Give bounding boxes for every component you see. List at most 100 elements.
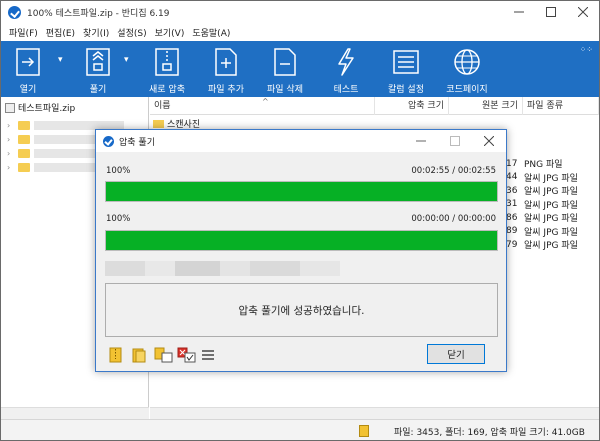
expand-arrow-icon[interactable]: › bbox=[7, 149, 15, 158]
extract-button[interactable]: 풀기 bbox=[83, 41, 113, 97]
expand-arrow-icon[interactable]: › bbox=[7, 121, 15, 130]
size-cell: 89 bbox=[506, 226, 518, 237]
table-row[interactable]: 89 알씨 JPG 파일 bbox=[506, 225, 599, 239]
column-original-size[interactable]: 원본 크기 bbox=[449, 97, 523, 115]
folder-icon bbox=[18, 162, 30, 172]
delete-archive-icon[interactable] bbox=[177, 347, 196, 363]
dialog-minimize-button[interactable] bbox=[404, 130, 438, 152]
menu-edit[interactable]: 편집(E) bbox=[42, 26, 79, 39]
tree-horizontal-scrollbar[interactable] bbox=[1, 407, 149, 419]
delete-files-label: 파일 삭제 bbox=[267, 85, 303, 95]
open-dropdown-icon[interactable]: ▾ bbox=[58, 55, 63, 65]
archive-icon bbox=[359, 425, 369, 437]
folder-icon bbox=[18, 134, 30, 144]
toolbar: 열기 ▾ 풀기 ▾ 새로 압축 파일 추가 파일 삭제 테스트 칼럼 설정 코드… bbox=[1, 41, 599, 97]
file-progress-percent: 100% bbox=[106, 214, 131, 224]
type-cell: 알씨 JPG 파일 bbox=[524, 187, 578, 198]
minimize-button[interactable] bbox=[503, 1, 535, 23]
menu-view[interactable]: 보기(V) bbox=[151, 26, 189, 39]
app-window: 100% 테스트파일.zip - 반디집 6.19 파일(F) 편집(E) 찾기… bbox=[0, 0, 600, 441]
minimize-icon bbox=[416, 140, 426, 142]
add-files-button[interactable]: 파일 추가 bbox=[204, 41, 248, 97]
title-bar: 100% 테스트파일.zip - 반디집 6.19 bbox=[1, 1, 599, 23]
type-cell: 알씨 JPG 파일 bbox=[524, 241, 578, 252]
menu-icon[interactable] bbox=[200, 347, 216, 363]
file-type-column-visible: 17 PNG 파일 44 알씨 JPG 파일 36 알씨 JPG 파일 31 알씨 JP… bbox=[506, 157, 599, 252]
lightning-icon bbox=[331, 47, 361, 77]
window-title: 100% 테스트파일.zip - 반디집 6.19 bbox=[27, 8, 170, 19]
new-archive-label: 새로 압축 bbox=[149, 85, 185, 95]
test-label: 테스트 bbox=[333, 85, 359, 95]
tree-root[interactable]: 테스트파일.zip bbox=[1, 97, 148, 118]
bandizip-logo-icon bbox=[103, 135, 114, 147]
delete-files-button[interactable]: 파일 삭제 bbox=[263, 41, 307, 97]
menu-help[interactable]: 도움말(A) bbox=[188, 26, 234, 39]
file-progress-fill bbox=[106, 231, 497, 250]
codepage-label: 코드페이지 bbox=[446, 85, 488, 95]
copy-to-folder-icon[interactable] bbox=[154, 347, 173, 363]
sort-asc-icon: ^ bbox=[262, 97, 269, 106]
tree-root-label: 테스트파일.zip bbox=[18, 104, 76, 114]
list-horizontal-scrollbar[interactable] bbox=[150, 407, 599, 419]
column-list-icon bbox=[391, 47, 421, 77]
maximize-icon bbox=[450, 136, 460, 146]
maximize-icon bbox=[546, 7, 556, 17]
status-bar: 파일: 3453, 폴더: 169, 압축 파일 크기: 41.0GB bbox=[1, 419, 599, 440]
result-message-box: 압축 풀기에 성공하였습니다. bbox=[105, 283, 498, 337]
type-cell: 알씨 JPG 파일 bbox=[524, 227, 578, 238]
close-button[interactable] bbox=[567, 1, 599, 23]
archive-file-icon[interactable] bbox=[108, 347, 124, 363]
folder-icon bbox=[18, 120, 30, 130]
size-cell: 79 bbox=[506, 239, 518, 250]
open-folder-icon[interactable] bbox=[131, 347, 147, 363]
total-progress-bar bbox=[105, 181, 498, 202]
test-button[interactable]: 테스트 bbox=[331, 41, 361, 97]
add-file-icon bbox=[211, 47, 241, 77]
menu-file[interactable]: 파일(F) bbox=[5, 26, 42, 39]
size-cell: 31 bbox=[506, 199, 518, 210]
delete-file-icon bbox=[270, 47, 300, 77]
folder-icon bbox=[153, 119, 164, 128]
close-icon bbox=[578, 7, 588, 17]
menu-bar: 파일(F) 편집(E) 찾기(I) 설정(S) 보기(V) 도움말(A) bbox=[1, 23, 599, 41]
total-progress-fill bbox=[106, 182, 497, 201]
open-label: 열기 bbox=[19, 85, 37, 95]
add-files-label: 파일 추가 bbox=[208, 85, 244, 95]
table-row[interactable]: 79 알씨 JPG 파일 bbox=[506, 238, 599, 252]
dialog-title: 압축 풀기 bbox=[119, 137, 155, 148]
file-list-header: 이름 압축 크기 원본 크기 파일 종류 bbox=[150, 97, 599, 115]
extract-label: 풀기 bbox=[89, 85, 107, 95]
type-cell: 알씨 JPG 파일 bbox=[524, 173, 578, 184]
dialog-maximize-button bbox=[438, 130, 472, 152]
maximize-button[interactable] bbox=[535, 1, 567, 23]
minimize-icon bbox=[514, 11, 524, 13]
close-icon bbox=[484, 136, 494, 146]
table-row[interactable]: 36 알씨 JPG 파일 bbox=[506, 184, 599, 198]
result-message: 압축 풀기에 성공하였습니다. bbox=[238, 304, 365, 317]
expand-arrow-icon[interactable]: › bbox=[7, 163, 15, 172]
menu-settings[interactable]: 설정(S) bbox=[113, 26, 150, 39]
expand-arrow-icon[interactable]: › bbox=[7, 135, 15, 144]
globe-icon bbox=[452, 47, 482, 77]
table-row[interactable]: 17 PNG 파일 bbox=[506, 157, 599, 171]
menu-find[interactable]: 찾기(I) bbox=[79, 26, 113, 39]
type-cell: 알씨 JPG 파일 bbox=[524, 200, 578, 211]
toolbar-options-icon[interactable]: ⁘⁘ bbox=[580, 45, 593, 54]
table-row[interactable]: 44 알씨 JPG 파일 bbox=[506, 171, 599, 185]
extract-dialog: 압축 풀기 100% 00:02:55 / 00:02:55 100% 00:0… bbox=[95, 129, 507, 372]
total-progress-percent: 100% bbox=[106, 166, 131, 176]
table-row[interactable]: 31 알씨 JPG 파일 bbox=[506, 198, 599, 212]
table-row[interactable]: 86 알씨 JPG 파일 bbox=[506, 211, 599, 225]
new-archive-button[interactable]: 새로 압축 bbox=[145, 41, 189, 97]
column-settings-button[interactable]: 칼럼 설정 bbox=[384, 41, 428, 97]
extract-dropdown-icon[interactable]: ▾ bbox=[124, 55, 129, 65]
codepage-button[interactable]: 코드페이지 bbox=[442, 41, 492, 97]
extract-icon bbox=[83, 47, 113, 77]
dialog-close-button[interactable] bbox=[472, 130, 506, 152]
folder-icon bbox=[18, 148, 30, 158]
dialog-toolbar bbox=[108, 346, 223, 364]
dialog-close-action-button[interactable]: 닫기 bbox=[427, 344, 485, 364]
column-packed-size[interactable]: 압축 크기 bbox=[375, 97, 449, 115]
open-button[interactable]: 열기 bbox=[13, 41, 43, 97]
column-file-type[interactable]: 파일 종류 bbox=[523, 97, 599, 115]
